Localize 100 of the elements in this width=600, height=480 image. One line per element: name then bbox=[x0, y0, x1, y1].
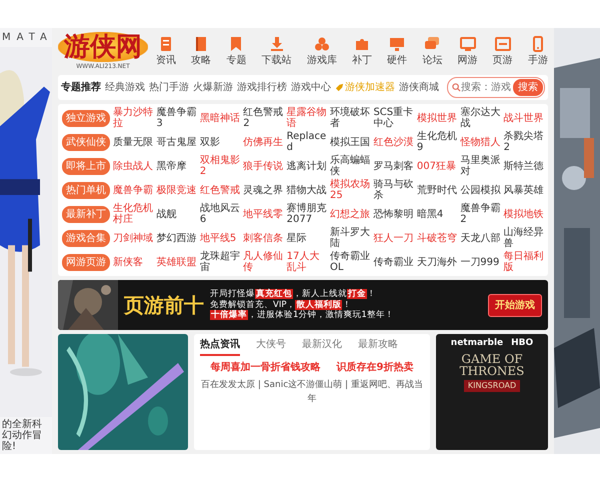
game-link[interactable]: 荒野时代 bbox=[416, 184, 458, 196]
category-tab[interactable]: 游侠商城 bbox=[399, 79, 439, 96]
nav-link[interactable]: 攻略 bbox=[191, 36, 212, 68]
nav-link[interactable]: 硬件 bbox=[387, 36, 408, 68]
game-link[interactable]: 新斗罗大陆 bbox=[330, 227, 370, 249]
nav-link[interactable]: 资讯 bbox=[156, 36, 176, 68]
game-link[interactable]: 怪物猎人 bbox=[460, 136, 501, 148]
game-link[interactable]: 暗黑4 bbox=[416, 208, 458, 220]
game-link[interactable]: 环境破坏者 bbox=[330, 107, 370, 129]
game-link[interactable]: 狂人一刀 bbox=[373, 232, 414, 244]
game-link[interactable]: 恐怖黎明 bbox=[373, 208, 414, 220]
nav-link[interactable]: 专题 bbox=[226, 36, 246, 68]
game-link[interactable]: 刺客信条 bbox=[243, 232, 284, 244]
game-link[interactable]: 地平线零 bbox=[243, 208, 284, 220]
news-tab[interactable]: 大侠号 bbox=[256, 337, 286, 356]
game-link[interactable]: 狼手传说 bbox=[243, 160, 284, 172]
game-link[interactable]: 梦幻西游 bbox=[156, 232, 197, 244]
game-link[interactable]: 斗破苍穹 bbox=[416, 232, 458, 244]
document-icon bbox=[158, 36, 174, 52]
game-link[interactable]: 天刀海外 bbox=[416, 256, 458, 268]
category-tab[interactable]: 火爆新游 bbox=[193, 79, 233, 96]
game-link[interactable]: 地平线5 bbox=[200, 232, 240, 244]
game-link[interactable]: 猎物大战 bbox=[286, 184, 328, 196]
ad-brand: netmarble bbox=[450, 337, 504, 350]
game-link[interactable]: 模拟地铁 bbox=[504, 208, 544, 220]
game-link[interactable]: 生化危机9 bbox=[416, 131, 458, 153]
nav-link[interactable]: 下载站 bbox=[262, 36, 292, 68]
game-link[interactable]: 红色沙漠 bbox=[373, 136, 414, 148]
game-link[interactable]: 罗马刺客 bbox=[373, 160, 414, 172]
game-link[interactable]: 黑暗神话 bbox=[200, 112, 240, 124]
nav-link[interactable]: 页游 bbox=[492, 36, 513, 68]
game-link[interactable]: 传奇霸业 bbox=[373, 256, 414, 268]
game-link[interactable]: 双相鬼影2 bbox=[200, 155, 240, 177]
game-link[interactable]: 骑马与砍杀 bbox=[373, 179, 414, 201]
category-tab[interactable]: 热门手游 bbox=[149, 79, 189, 96]
game-link[interactable]: 战斗世界 bbox=[504, 112, 544, 124]
category-tab[interactable]: 游戏中心 bbox=[291, 79, 331, 96]
news-tab[interactable]: 最新攻略 bbox=[358, 337, 398, 356]
category-tab[interactable]: 专题推荐 bbox=[61, 79, 101, 96]
game-link[interactable]: 魔兽争霸2 bbox=[460, 203, 501, 225]
start-game-button[interactable]: 开始游戏 bbox=[488, 294, 542, 316]
game-link[interactable]: 杀戮尖塔2 bbox=[504, 131, 544, 153]
game-link[interactable]: 刀剑神域 bbox=[113, 232, 154, 244]
game-link[interactable]: 灵魂之界 bbox=[243, 184, 284, 196]
game-link[interactable]: 星露谷物语 bbox=[286, 107, 328, 129]
game-link[interactable]: 英雄联盟 bbox=[156, 256, 197, 268]
game-link[interactable]: 17人大乱斗 bbox=[286, 251, 328, 273]
game-link[interactable]: 风暴英雄 bbox=[504, 184, 544, 196]
nav-link[interactable]: 手游 bbox=[528, 36, 548, 68]
game-link[interactable]: 乐高蝙蝠侠 bbox=[330, 155, 370, 177]
game-link[interactable]: 007狂暴 bbox=[416, 160, 458, 172]
game-link[interactable]: SCS重卡中心 bbox=[373, 107, 414, 129]
game-link[interactable]: 除虫战人 bbox=[113, 160, 154, 172]
game-link[interactable]: 战地风云6 bbox=[200, 203, 240, 225]
category-tab[interactable]: 经典游戏 bbox=[105, 79, 145, 96]
game-link[interactable]: 红色警戒 bbox=[200, 184, 240, 196]
headline-link[interactable]: 识质存在9折热卖 bbox=[336, 360, 414, 375]
game-link[interactable]: 仿佛再生 bbox=[243, 136, 284, 148]
game-link[interactable]: 新侠客 bbox=[113, 256, 154, 268]
news-tab[interactable]: 热点资讯 bbox=[200, 337, 240, 356]
news-tab[interactable]: 最新汉化 bbox=[302, 337, 342, 356]
game-link[interactable]: 天龙八部 bbox=[460, 232, 501, 244]
game-link[interactable]: 模拟世界 bbox=[416, 112, 458, 124]
game-link[interactable]: 逃离计划 bbox=[286, 160, 328, 172]
category-tab[interactable]: 游戏排行榜 bbox=[237, 79, 287, 96]
game-link[interactable]: 每日福利版 bbox=[504, 251, 544, 273]
nav-link[interactable]: 网游 bbox=[458, 36, 478, 68]
game-link[interactable]: 山海经异兽 bbox=[504, 227, 544, 249]
game-link[interactable]: 双影 bbox=[200, 136, 240, 148]
game-link[interactable]: 战舰 bbox=[156, 208, 197, 220]
game-link[interactable]: 极限竞速 bbox=[156, 184, 197, 196]
game-link[interactable]: 模拟王国 bbox=[330, 136, 370, 148]
game-link[interactable]: 星际 bbox=[286, 232, 328, 244]
headline-link[interactable]: 每周喜加一骨折省钱攻略 bbox=[210, 360, 321, 375]
game-link[interactable]: 生化危机村庄 bbox=[113, 203, 154, 225]
game-link[interactable]: 哥古鬼屋 bbox=[156, 136, 197, 148]
game-link[interactable]: 塞尔达大战 bbox=[460, 107, 501, 129]
ad-banner[interactable]: 页游前十 开局打怪爆真充红包，新人上线就打金！ 免费解锁首充、VIP，散人福利版！ 十倍爆率，进服体验1分钟，激情爽玩1整年！ 开始游戏 bbox=[58, 280, 548, 330]
nav-link[interactable]: 补丁 bbox=[352, 36, 372, 68]
game-link[interactable]: 公园模拟 bbox=[460, 184, 501, 196]
game-link[interactable]: 赛博朋克2077 bbox=[286, 203, 328, 225]
game-link[interactable]: 凡人修仙传 bbox=[243, 251, 284, 273]
game-link[interactable]: 魔兽争霸3 bbox=[156, 107, 197, 129]
game-link[interactable]: 斯特兰德 bbox=[504, 160, 544, 172]
game-link[interactable]: 红色警戒2 bbox=[243, 107, 284, 129]
banner-title: 页游前十 bbox=[124, 292, 204, 319]
game-link[interactable]: 一刀999 bbox=[460, 256, 501, 268]
nav-link[interactable]: 游戏库 bbox=[306, 36, 337, 68]
game-link[interactable]: 模拟农场25 bbox=[330, 179, 370, 201]
game-link[interactable]: 幻想之旅 bbox=[330, 208, 370, 220]
game-link[interactable]: 质量无限 bbox=[113, 136, 154, 148]
game-link[interactable]: 龙珠超宇宙 bbox=[200, 251, 240, 273]
game-link[interactable]: Replaced bbox=[286, 131, 328, 153]
game-link[interactable]: 魔兽争霸 bbox=[113, 184, 154, 196]
game-link[interactable]: 传奇霸业OL bbox=[330, 251, 370, 273]
game-ad[interactable]: netmarble HBO GAME OF THRONES KINGSROAD bbox=[436, 334, 548, 450]
nav-link[interactable]: 论坛 bbox=[422, 36, 442, 68]
game-link[interactable]: 马里奥派对 bbox=[460, 155, 501, 177]
game-link[interactable]: 暴力沙特拉 bbox=[113, 107, 154, 129]
game-link[interactable]: 黑帝摩 bbox=[156, 160, 197, 172]
